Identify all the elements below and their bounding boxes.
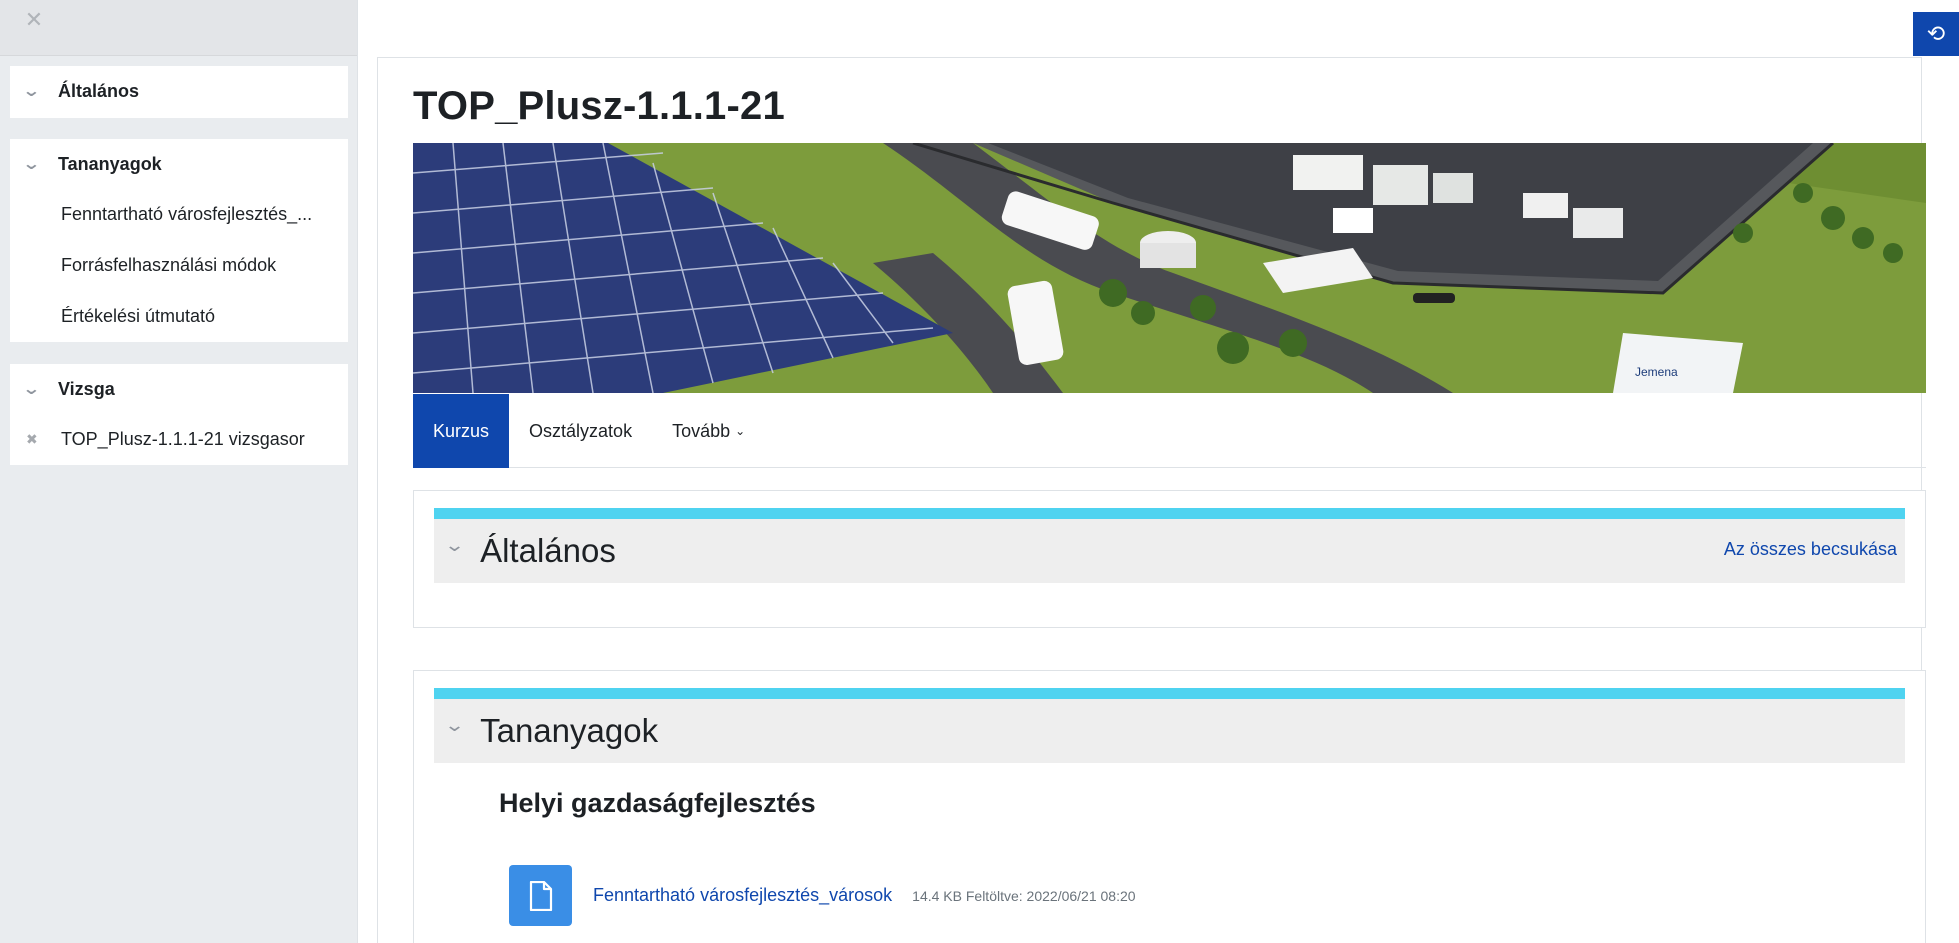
section-header: ⌄ Általános Az összes becsukása (434, 519, 1905, 583)
chevron-down-icon[interactable]: ⌄ (22, 154, 50, 174)
sidebar-item[interactable]: Értékelési útmutató (26, 291, 332, 342)
section-title: Tananyagok (480, 712, 659, 749)
sidebar-section-title[interactable]: ⌄ Általános (22, 66, 332, 116)
section-accent-bar (434, 688, 1905, 699)
tab-grades[interactable]: Osztályzatok (509, 394, 652, 468)
activity-item: Fenntartható városfejlesztés_városok 14.… (509, 865, 1136, 926)
course-index-drawer: ✕ ⌄ Általános ⌄ Tananyagok Fenntartható … (0, 0, 358, 943)
sidebar-item[interactable]: Forrásfelhasználási módok (26, 240, 332, 291)
section-subheading: Helyi gazdaságfejlesztés (499, 788, 816, 818)
close-icon: ✖ (26, 431, 38, 447)
section-header: ⌄ Tananyagok (434, 699, 1905, 763)
course-section-general: ⌄ Általános Az összes becsukása (413, 490, 1926, 628)
page-title: TOP_Plusz-1.1.1-21 (413, 84, 785, 128)
sidebar-section-exam: ⌄ Vizsga ✖ TOP_Plusz-1.1.1-21 vizsgasor (10, 364, 348, 465)
chevron-down-icon[interactable]: ⌄ (444, 715, 465, 736)
main-region: TOP_Plusz-1.1.1-21 Jemena Kurzus Osztály… (377, 57, 1926, 943)
course-section-materials: ⌄ Tananyagok Helyi gazdaságfejlesztés Fe… (413, 670, 1926, 943)
activity-link[interactable]: Fenntartható városfejlesztés_városok (593, 885, 892, 906)
file-icon[interactable] (509, 865, 572, 926)
tab-more[interactable]: Tovább ⌄ (652, 394, 765, 468)
chevron-down-icon[interactable]: ⌄ (22, 81, 50, 101)
course-banner-image: Jemena (413, 143, 1926, 393)
history-button[interactable]: ⟲ (1913, 12, 1959, 56)
sidebar-section-title[interactable]: ⌄ Tananyagok (22, 139, 332, 189)
tab-course[interactable]: Kurzus (413, 394, 510, 468)
sidebar-item[interactable]: Fenntartható városfejlesztés_... (26, 189, 332, 240)
section-title: Általános (480, 532, 616, 569)
sidebar-section-general: ⌄ Általános (10, 66, 348, 118)
drawer-header: ✕ (0, 0, 357, 56)
course-tabs: Kurzus Osztályzatok Tovább ⌄ (413, 394, 1926, 468)
chevron-down-icon: ⌄ (735, 424, 746, 438)
sidebar-section-title[interactable]: ⌄ Vizsga (22, 364, 332, 414)
history-icon: ⟲ (1926, 21, 1946, 46)
chevron-down-icon[interactable]: ⌄ (22, 379, 50, 399)
chevron-down-icon[interactable]: ⌄ (444, 535, 465, 556)
sidebar-item[interactable]: ✖ TOP_Plusz-1.1.1-21 vizsgasor (26, 414, 332, 465)
activity-meta: 14.4 KB Feltöltve: 2022/06/21 08:20 (912, 887, 1136, 904)
sidebar-section-materials: ⌄ Tananyagok Fenntartható városfejleszté… (10, 139, 348, 342)
collapse-all-link[interactable]: Az összes becsukása (1724, 539, 1897, 560)
svg-text:Jemena: Jemena (1635, 365, 1678, 379)
section-accent-bar (434, 508, 1905, 519)
close-icon[interactable]: ✕ (22, 8, 46, 32)
